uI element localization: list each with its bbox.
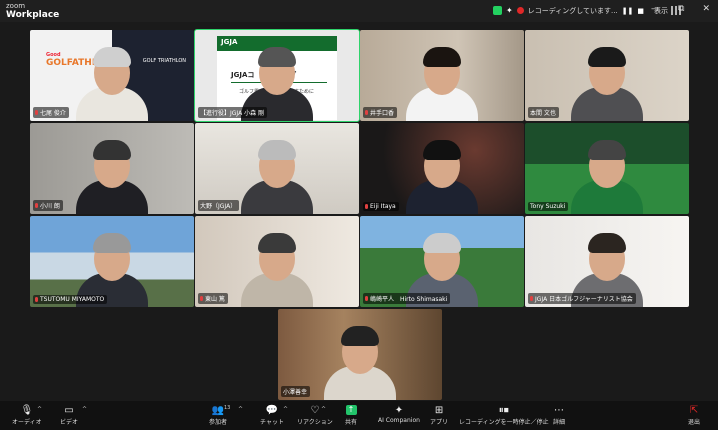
stop-recording-button[interactable]: ■: [637, 7, 644, 15]
participant-name: 東山 篤: [198, 293, 228, 304]
shield-icon[interactable]: [493, 6, 502, 15]
microphone-icon: 🎙: [20, 405, 34, 416]
leave-icon: ⇱: [689, 405, 699, 416]
participant-name: 七尾 俊介: [33, 107, 69, 118]
zoom-logo: zoom Workplace: [6, 2, 60, 20]
participant-name: 【進行役】JGJA 小森 剛: [198, 107, 268, 118]
chat-icon: 💬: [265, 405, 279, 416]
restore-button[interactable]: ⧉: [678, 4, 684, 14]
share-button[interactable]: ↑ 共有: [345, 404, 357, 426]
apps-button[interactable]: ⊞ アプリ: [430, 404, 448, 426]
triathlon-logo: GOLF TRIATHLON: [142, 58, 186, 64]
reactions-options-caret[interactable]: ^: [321, 406, 326, 413]
mic-muted-icon: [35, 203, 38, 208]
video-camera-icon: ▭: [64, 405, 74, 416]
mic-muted-icon: [200, 296, 203, 301]
participant-video: [406, 37, 478, 121]
participant-name: JGJA 日本ゴルフジャーナリスト協会: [528, 293, 636, 304]
record-icon: [516, 7, 524, 14]
video-tile[interactable]: Tony Suzuki: [525, 123, 689, 214]
video-tile[interactable]: 東山 篤: [195, 216, 359, 307]
recording-controls-button[interactable]: ⏸⏹ レコーディングを一時停止／停止: [459, 404, 549, 426]
video-tile[interactable]: 井手口香: [360, 30, 524, 121]
recording-label: レコーディングしています...: [527, 6, 618, 15]
video-options-caret[interactable]: ^: [82, 406, 87, 413]
participants-icon: 👥: [211, 405, 225, 416]
sparkle-icon[interactable]: ✦: [506, 6, 513, 15]
participant-name: 本間 文也: [528, 107, 559, 118]
minimize-button[interactable]: —: [651, 4, 660, 14]
share-screen-icon: ↑: [345, 405, 357, 415]
pause-stop-icon: ⏸⏹: [498, 405, 509, 416]
participant-name: 小川 朗: [33, 200, 63, 211]
heart-icon: ♡: [310, 405, 320, 416]
chat-options-caret[interactable]: ^: [283, 406, 288, 413]
video-tile-active-speaker[interactable]: JGJA JGJAコ ィング ゴルフ界に元 やすために 【進行役】JGJA 小森…: [194, 29, 360, 122]
ai-companion-button[interactable]: ✦ AI Companion: [378, 404, 420, 424]
participant-video: [241, 223, 313, 307]
video-tile[interactable]: TSUTOMU MIYAMOTO: [30, 216, 194, 307]
title-bar: zoom Workplace ✦ レコーディングしています... ❚❚ ■ 表示…: [0, 0, 718, 22]
apps-icon: ⊞: [434, 405, 444, 416]
participant-name: TSUTOMU MIYAMOTO: [33, 295, 108, 304]
participant-name: 大野（JGJA）: [198, 200, 240, 211]
pause-recording-button[interactable]: ❚❚: [622, 7, 634, 15]
chat-button[interactable]: 💬 チャット: [260, 404, 284, 426]
video-tile[interactable]: 本間 文也: [525, 30, 689, 121]
video-tile[interactable]: Eiji Itaya: [360, 123, 524, 214]
participant-name: 井手口香: [363, 107, 398, 118]
video-tile[interactable]: JGJA 日本ゴルフジャーナリスト協会: [525, 216, 689, 307]
participant-video: [241, 130, 313, 214]
video-tile[interactable]: 嶋崎平人 Hirto Shimasaki: [360, 216, 524, 307]
video-tile[interactable]: 小澤善幸: [278, 309, 442, 400]
mic-muted-icon: [365, 296, 368, 301]
close-button[interactable]: ✕: [702, 4, 710, 14]
meeting-toolbar: 🎙 オーディオ ^ ▭ ビデオ ^ 👥 参加者 13 ^ 💬 チャット ^ ♡ …: [0, 401, 718, 430]
participants-options-caret[interactable]: ^: [238, 406, 243, 413]
more-button[interactable]: ⋯ 詳細: [553, 404, 565, 426]
video-tile[interactable]: 小川 朗: [30, 123, 194, 214]
participant-video: [76, 130, 148, 214]
participant-video: [571, 37, 643, 121]
mic-muted-icon: [35, 297, 38, 302]
more-icon: ⋯: [554, 405, 564, 416]
video-button[interactable]: ▭ ビデオ: [60, 404, 78, 426]
participant-video: [571, 130, 643, 214]
participants-count: 13: [224, 405, 231, 411]
participant-name: Tony Suzuki: [528, 202, 569, 211]
leave-button[interactable]: ⇱ 退出: [688, 404, 700, 426]
video-tile[interactable]: Good GOLFATHLON GOLF TRIATHLON 七尾 俊介: [30, 30, 194, 121]
participant-video: [406, 130, 478, 214]
sparkle-icon: ✦: [394, 405, 404, 416]
mic-muted-icon: [365, 204, 368, 209]
mic-muted-icon: [365, 110, 368, 115]
participant-name: 小澤善幸: [281, 386, 311, 397]
mic-muted-icon: [35, 110, 38, 115]
participant-name: Eiji Itaya: [363, 202, 399, 211]
participant-video: [76, 37, 148, 121]
mic-muted-icon: [530, 296, 533, 301]
participant-name: 嶋崎平人 Hirto Shimasaki: [363, 293, 451, 304]
participant-video: [324, 316, 396, 400]
audio-options-caret[interactable]: ^: [37, 406, 42, 413]
video-tile[interactable]: 大野（JGJA）: [195, 123, 359, 214]
reactions-button[interactable]: ♡ リアクション: [297, 404, 333, 426]
